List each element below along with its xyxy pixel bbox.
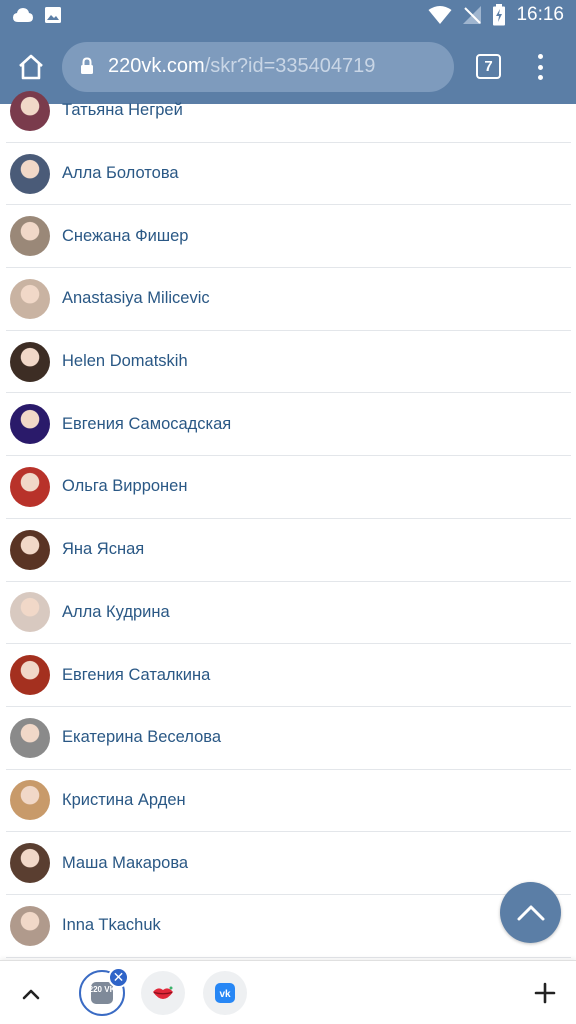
avatar[interactable]: [10, 655, 50, 696]
avatar[interactable]: [10, 592, 50, 633]
scroll-to-top-button[interactable]: [500, 882, 561, 943]
user-name[interactable]: Снежана Фишер: [62, 227, 188, 246]
avatar[interactable]: [10, 466, 50, 507]
avatar[interactable]: [10, 278, 50, 319]
user-name[interactable]: Anastasiya Milicevic: [62, 289, 210, 308]
chevron-up-icon: [517, 905, 544, 920]
user-name[interactable]: Кристина Арден: [62, 791, 186, 810]
user-name[interactable]: Маша Макарова: [62, 854, 188, 873]
lock-icon: [81, 57, 93, 74]
bottom-bar: 220 VK ✕ vk: [0, 960, 576, 1024]
user-name[interactable]: Евгения Самосадская: [62, 415, 231, 434]
avatar[interactable]: [10, 90, 50, 131]
avatar[interactable]: [10, 905, 50, 946]
list-item[interactable]: Алла Болотова: [6, 143, 571, 206]
signal-icon: [463, 6, 482, 24]
user-name[interactable]: Алла Болотова: [62, 164, 179, 183]
home-button[interactable]: [14, 50, 48, 84]
list-item[interactable]: Helen Domatskih: [6, 331, 571, 394]
list-item[interactable]: Маша Макарова: [6, 832, 571, 895]
url-host: 220vk.com: [108, 55, 205, 77]
close-icon: ✕: [112, 969, 125, 985]
list-item[interactable]: Екатерина Веселова: [6, 707, 571, 770]
url-path: /skr?id=335404719: [204, 55, 376, 77]
list-item[interactable]: Яна Ясная: [6, 519, 571, 582]
list-item[interactable]: Inna Tkachuk: [6, 895, 571, 958]
battery-icon: [493, 4, 506, 26]
list-item[interactable]: Татьяна Негрей: [6, 80, 571, 143]
home-icon: [19, 54, 43, 80]
avatar[interactable]: [10, 341, 50, 382]
clock: 16:16: [516, 4, 564, 25]
list-item[interactable]: Евгения Самосадская: [6, 393, 571, 457]
app-label-220: 220 VK: [89, 985, 115, 994]
list-item[interactable]: Алла Кудрина: [6, 582, 571, 645]
avatar[interactable]: [10, 780, 50, 821]
chevron-up-icon[interactable]: [18, 981, 44, 1007]
avatar[interactable]: [10, 404, 50, 445]
avatar[interactable]: [10, 843, 50, 884]
user-name[interactable]: Евгения Саталкина: [62, 666, 210, 685]
tab-switcher-button[interactable]: 7: [476, 54, 501, 79]
browser-menu-button[interactable]: [528, 52, 552, 82]
vk-app-icon: vk: [215, 983, 235, 1003]
lips-app-icon: [153, 986, 173, 999]
list-item[interactable]: Anastasiya Milicevic: [6, 268, 571, 331]
svg-text:vk: vk: [219, 989, 231, 1000]
list-item[interactable]: Кристина Арден: [6, 770, 571, 833]
user-list: Татьяна Негрей Алла Болотова Снежана Фиш…: [6, 80, 571, 958]
avatar[interactable]: [10, 717, 50, 758]
wifi-icon: [428, 6, 452, 24]
url-text: 220vk.com/skr?id=335404719: [108, 55, 375, 78]
app-lips-button[interactable]: [141, 971, 185, 1015]
user-name[interactable]: Екатерина Веселова: [62, 728, 221, 747]
list-item[interactable]: Ольга Вирронен: [6, 456, 571, 519]
image-icon: [45, 7, 61, 23]
avatar[interactable]: [10, 153, 50, 194]
cloud-icon: [13, 8, 33, 22]
list-item[interactable]: Евгения Саталкина: [6, 644, 571, 707]
user-name[interactable]: Яна Ясная: [62, 540, 144, 559]
add-tab-button[interactable]: [532, 980, 558, 1006]
app-vk-button[interactable]: vk: [203, 971, 247, 1015]
avatar[interactable]: [10, 529, 50, 570]
avatar[interactable]: [10, 216, 50, 257]
user-name[interactable]: Helen Domatskih: [62, 352, 188, 371]
tab-count: 7: [484, 58, 493, 75]
user-name[interactable]: Алла Кудрина: [62, 603, 170, 622]
user-name[interactable]: Inna Tkachuk: [62, 916, 161, 935]
menu-dot: [537, 54, 543, 59]
menu-dot: [537, 64, 543, 70]
user-name[interactable]: Татьяна Негрей: [62, 101, 183, 120]
user-name[interactable]: Ольга Вирронен: [62, 477, 187, 496]
close-app-button[interactable]: ✕: [108, 967, 129, 988]
status-bar: 16:16: [0, 0, 576, 32]
list-item[interactable]: Снежана Фишер: [6, 205, 571, 269]
